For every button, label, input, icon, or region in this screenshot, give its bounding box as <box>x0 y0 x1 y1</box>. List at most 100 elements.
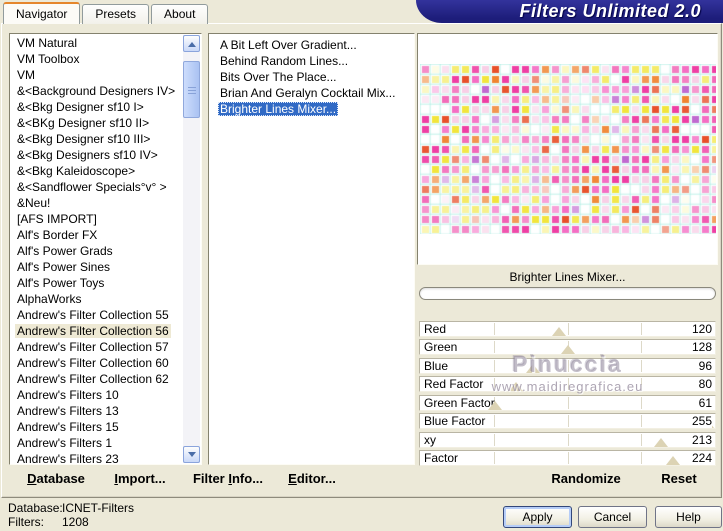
import-button[interactable]: Import... <box>106 468 174 490</box>
slider-thumb[interactable] <box>526 364 540 373</box>
category-item[interactable]: &<Bkg Kaleidoscope> <box>11 163 183 179</box>
category-item[interactable]: Andrew's Filter Collection 56 <box>11 323 183 339</box>
filter-item-label: A Bit Left Over Gradient... <box>220 38 357 52</box>
slider-tick <box>567 397 569 409</box>
slider-thumb[interactable] <box>654 438 668 447</box>
tab-presets[interactable]: Presets <box>82 4 150 24</box>
category-item[interactable]: Andrew's Filters 23 <box>11 451 183 463</box>
category-item[interactable]: &<Bkg Designer sf10 III> <box>11 131 183 147</box>
filter-item[interactable]: A Bit Left Over Gradient... <box>210 37 413 53</box>
toolbar-label-part: Filter <box>192 471 229 486</box>
slider-tick <box>567 452 569 464</box>
arrow-down-icon <box>187 451 196 461</box>
scrollbar-thumb[interactable] <box>183 61 200 118</box>
database-label: Database: <box>8 501 63 515</box>
filter-item[interactable]: Brighter Lines Mixer... <box>210 101 413 117</box>
category-item-label: &<Bkg Designer sf10 III> <box>17 132 151 146</box>
slider-green[interactable]: Green 128 <box>419 339 716 355</box>
category-item[interactable]: Andrew's Filter Collection 62 <box>11 371 183 387</box>
slider-tick <box>641 415 643 427</box>
category-item[interactable]: Alf's Border FX <box>11 227 183 243</box>
slider-value: 224 <box>688 451 712 465</box>
slider-thumb[interactable] <box>561 345 575 354</box>
slider-xy[interactable]: xy 213 <box>419 432 716 448</box>
category-item[interactable]: &Neu! <box>11 195 183 211</box>
slider-factor[interactable]: Factor 224 <box>419 450 716 466</box>
category-item[interactable]: Andrew's Filters 15 <box>11 419 183 435</box>
category-scrollbar[interactable] <box>183 35 200 463</box>
category-item[interactable]: Alf's Power Sines <box>11 259 183 275</box>
category-item[interactable]: &<Sandflower Specials°v° > <box>11 179 183 195</box>
category-item[interactable]: VM <box>11 67 183 83</box>
preview-box <box>417 33 718 265</box>
category-item-label: &<Bkg Kaleidoscope> <box>17 164 136 178</box>
category-item[interactable]: Andrew's Filter Collection 55 <box>11 307 183 323</box>
scroll-up-button[interactable] <box>183 35 200 52</box>
slider-red-factor[interactable]: Red Factor 80 <box>419 376 716 392</box>
slider-tick <box>493 323 495 335</box>
tab-navigator[interactable]: Navigator <box>3 2 81 24</box>
filter-item[interactable]: Bits Over The Place... <box>210 69 413 85</box>
category-item[interactable]: VM Toolbox <box>11 51 183 67</box>
slider-label: Red Factor <box>424 377 484 391</box>
category-item-label: VM Toolbox <box>17 52 80 66</box>
slider-tick <box>641 434 643 446</box>
category-item[interactable]: Andrew's Filters 1 <box>11 435 183 451</box>
grip-icon <box>188 90 196 91</box>
category-item[interactable]: &<Bkg Designer sf10 I> <box>11 99 183 115</box>
category-item[interactable]: Andrew's Filter Collection 60 <box>11 355 183 371</box>
slider-red[interactable]: Red 120 <box>419 321 716 337</box>
category-item[interactable]: &<BKg Designer sf10 II> <box>11 115 183 131</box>
scroll-down-button[interactable] <box>183 446 200 463</box>
slider-green-factor[interactable]: Green Factor 61 <box>419 395 716 411</box>
tab-about[interactable]: About <box>151 4 209 24</box>
category-item-label: &<Sandflower Specials°v° > <box>17 180 167 194</box>
category-item[interactable]: [AFS IMPORT] <box>11 211 183 227</box>
randomize-button[interactable]: Randomize <box>530 468 642 490</box>
category-item[interactable]: &<Bkg Designers sf10 IV> <box>11 147 183 163</box>
slider-label: Factor <box>424 451 459 465</box>
slider-tick <box>493 415 495 427</box>
category-item[interactable]: &<Background Designers IV> <box>11 83 183 99</box>
toolbar-label-part: mport... <box>117 471 166 486</box>
help-button[interactable]: Help <box>655 506 722 528</box>
apply-button[interactable]: Apply <box>503 506 572 528</box>
category-item-label: VM Natural <box>17 36 78 50</box>
category-item-label: Andrew's Filter Collection 60 <box>17 356 169 370</box>
slider-blue[interactable]: Blue 96 <box>419 358 716 374</box>
main-panel: VM Natural VM Toolbox VM &<Background Desig… <box>1 23 722 498</box>
category-item[interactable]: AlphaWorks <box>11 291 183 307</box>
reset-button[interactable]: Reset <box>644 468 714 490</box>
database-button[interactable]: Database <box>12 468 100 490</box>
category-item-label: Alf's Power Grads <box>17 244 113 258</box>
slider-thumb[interactable] <box>552 327 566 336</box>
filter-item[interactable]: Brian And Geralyn Cocktail Mix... <box>210 85 413 101</box>
slider-tick <box>567 434 569 446</box>
category-item-label: VM <box>17 68 35 82</box>
filter-info-button[interactable]: Filter Info... <box>186 468 270 490</box>
slider-thumb[interactable] <box>509 382 523 391</box>
category-item[interactable]: Andrew's Filters 10 <box>11 387 183 403</box>
arrow-up-icon <box>187 38 196 47</box>
filters-value: 1208 <box>62 515 89 529</box>
editor-button[interactable]: Editor... <box>280 468 344 490</box>
category-item[interactable]: Alf's Power Grads <box>11 243 183 259</box>
slider-blue-factor[interactable]: Blue Factor 255 <box>419 413 716 429</box>
slider-tick <box>493 452 495 464</box>
filter-items: A Bit Left Over Gradient... Behind Random… <box>210 35 413 463</box>
category-item-label: AlphaWorks <box>17 292 82 306</box>
cancel-button[interactable]: Cancel <box>578 506 647 528</box>
toolbar-label-part: nfo... <box>231 471 264 486</box>
category-item-label: &<BKg Designer sf10 II> <box>17 116 150 130</box>
category-item[interactable]: Andrew's Filters 13 <box>11 403 183 419</box>
category-item[interactable]: VM Natural <box>11 35 183 51</box>
slider-label: Blue Factor <box>424 414 486 428</box>
toolbar-label-part: E <box>288 471 297 486</box>
slider-thumb[interactable] <box>666 456 680 465</box>
category-item-label: Andrew's Filters 1 <box>17 436 112 450</box>
slider-value: 128 <box>688 340 712 354</box>
category-item[interactable]: Andrew's Filter Collection 57 <box>11 339 183 355</box>
category-item-label: [AFS IMPORT] <box>17 212 97 226</box>
category-item[interactable]: Alf's Power Toys <box>11 275 183 291</box>
filter-item[interactable]: Behind Random Lines... <box>210 53 413 69</box>
